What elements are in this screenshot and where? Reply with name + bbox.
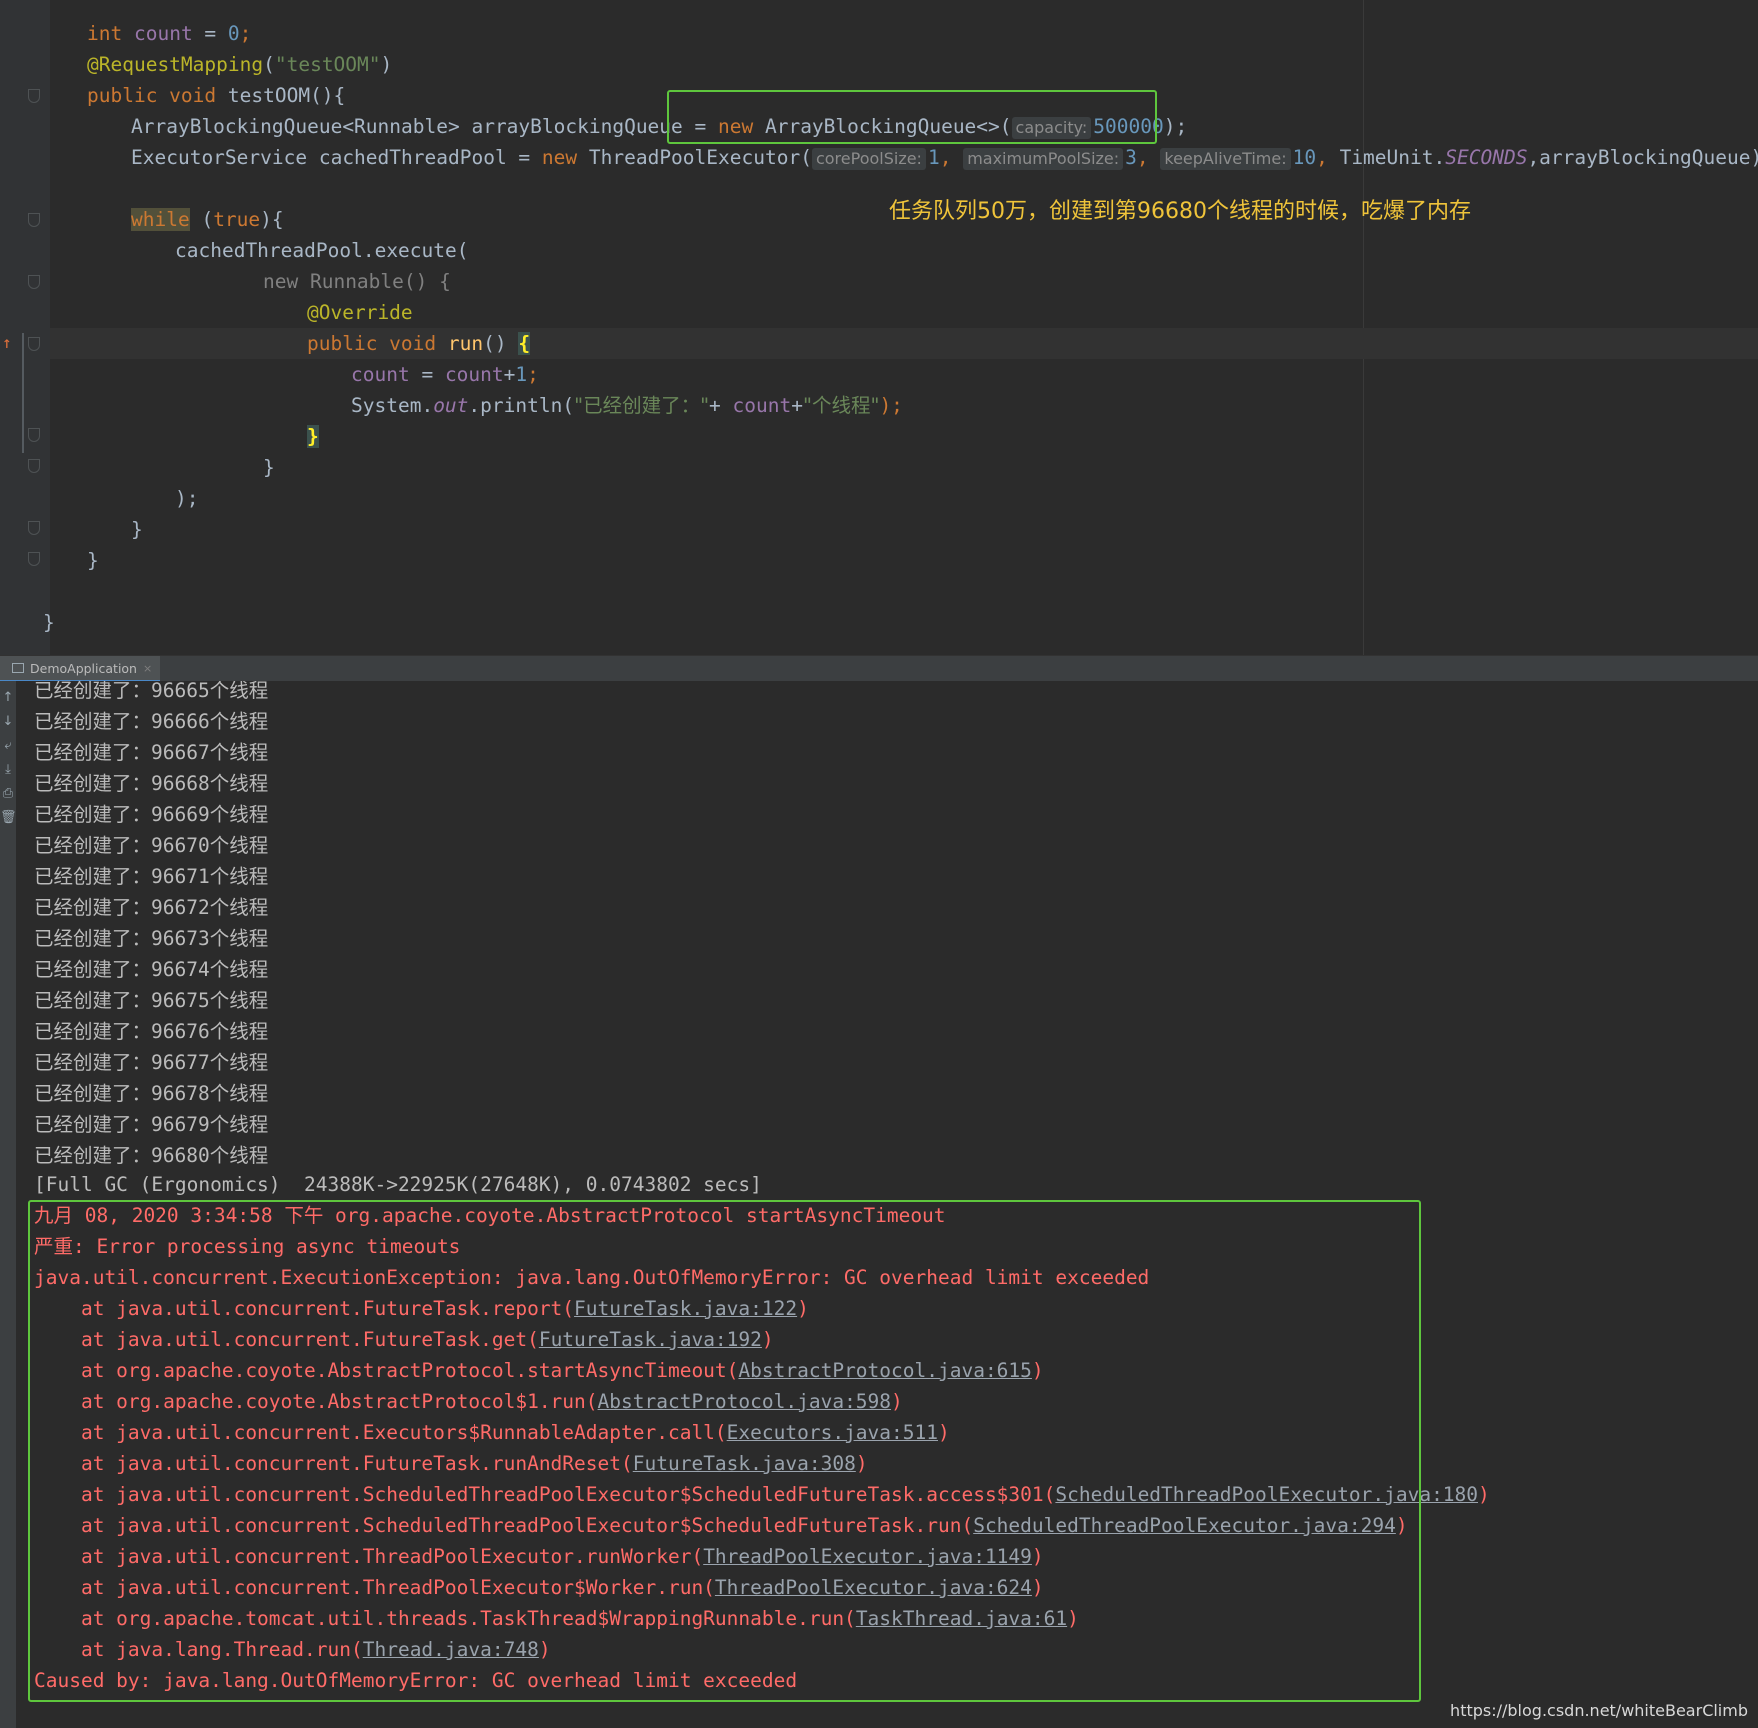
console-line: 已经创建了：96668个线程 bbox=[34, 772, 269, 795]
watermark: https://blog.csdn.net/whiteBearClimb bbox=[1450, 1701, 1748, 1720]
tab-label: DemoApplication bbox=[30, 660, 137, 676]
console-line: 已经创建了：96680个线程 bbox=[34, 1144, 269, 1167]
highlight-box-capacity bbox=[667, 90, 1157, 144]
print-icon[interactable]: ⎙ bbox=[0, 784, 16, 804]
code-line-2: @RequestMapping("testOOM") bbox=[87, 53, 393, 76]
console-line: 已经创建了：96666个线程 bbox=[34, 710, 269, 733]
console-line: 已经创建了：96667个线程 bbox=[34, 741, 269, 764]
fold-end-icon[interactable] bbox=[28, 459, 40, 473]
fold-end-icon[interactable] bbox=[28, 521, 40, 535]
console-line: 已经创建了：96678个线程 bbox=[34, 1082, 269, 1105]
scroll-to-end-icon[interactable]: ⤓ bbox=[0, 760, 16, 780]
code-line-8: new Runnable() { bbox=[263, 270, 451, 293]
console-line: 已经创建了：96676个线程 bbox=[34, 1020, 269, 1043]
fold-end-icon[interactable] bbox=[28, 552, 40, 566]
code-line-12: System.out.println("已经创建了："+ count+"个线程"… bbox=[351, 394, 903, 417]
scroll-down-icon[interactable]: ↓ bbox=[0, 712, 16, 732]
console-toolbar: ↑ ↓ ⤶ ⤓ ⎙ 🗑 bbox=[0, 681, 17, 1728]
code-line-3: public void testOOM(){ bbox=[87, 84, 346, 107]
parameter-hint: corePoolSize: bbox=[811, 148, 926, 170]
code-line-14: } bbox=[263, 456, 275, 479]
console-line: 已经创建了：96671个线程 bbox=[34, 865, 269, 888]
console-line: 已经创建了：96675个线程 bbox=[34, 989, 269, 1012]
code-line-5: ExecutorService cachedThreadPool = new T… bbox=[131, 146, 1758, 170]
tab-demo-application[interactable]: DemoApplication × bbox=[0, 656, 161, 682]
parameter-hint: keepAliveTime: bbox=[1160, 148, 1291, 170]
parameter-hint: maximumPoolSize: bbox=[963, 148, 1124, 170]
console-line: 已经创建了：96672个线程 bbox=[34, 896, 269, 919]
run-tool-window-header: DemoApplication × bbox=[0, 655, 1758, 682]
change-marker bbox=[22, 333, 24, 453]
console-icon bbox=[12, 663, 24, 673]
code-line-6: while (true){ bbox=[131, 208, 284, 231]
console-line: 已经创建了：96670个线程 bbox=[34, 834, 269, 857]
code-line-15: ); bbox=[175, 487, 199, 510]
highlight-box-error bbox=[28, 1200, 1421, 1702]
code-editor[interactable]: ↑ int count = 0; @RequestMapping("testOO… bbox=[0, 0, 1758, 655]
console-line: 已经创建了：96677个线程 bbox=[34, 1051, 269, 1074]
code-line-1: int count = 0; bbox=[87, 22, 252, 45]
close-icon[interactable]: × bbox=[143, 662, 152, 675]
code-line-7: cachedThreadPool.execute( bbox=[175, 239, 469, 262]
console-line: 已经创建了：96679个线程 bbox=[34, 1113, 269, 1136]
scroll-up-icon[interactable]: ↑ bbox=[0, 688, 16, 708]
gc-log-line: [Full GC (Ergonomics) 24388K->22925K(276… bbox=[34, 1173, 762, 1196]
soft-wrap-icon[interactable]: ⤶ bbox=[0, 736, 16, 756]
code-line-10: public void run() { bbox=[307, 332, 531, 355]
fold-icon[interactable] bbox=[28, 89, 40, 103]
console-line: 已经创建了：96665个线程 bbox=[34, 681, 269, 702]
clear-all-icon[interactable]: 🗑 bbox=[0, 808, 17, 828]
fold-icon[interactable] bbox=[28, 275, 40, 289]
code-line-11: count = count+1; bbox=[351, 363, 539, 386]
fold-icon[interactable] bbox=[28, 337, 40, 351]
code-line-18: } bbox=[43, 611, 55, 634]
console-line: 已经创建了：96674个线程 bbox=[34, 958, 269, 981]
console-line: 已经创建了：96673个线程 bbox=[34, 927, 269, 950]
code-line-16: } bbox=[131, 518, 143, 541]
code-line-13: } bbox=[307, 425, 319, 448]
code-line-9: @Override bbox=[307, 301, 413, 324]
fold-icon[interactable] bbox=[28, 213, 40, 227]
console-line: 已经创建了：96669个线程 bbox=[34, 803, 269, 826]
editor-gutter[interactable] bbox=[0, 0, 50, 655]
override-method-icon[interactable]: ↑ bbox=[2, 333, 16, 353]
code-line-17: } bbox=[87, 549, 99, 572]
annotation-note: 任务队列50万，创建到第96680个线程的时候，吃爆了内存 bbox=[889, 199, 1471, 224]
fold-end-icon[interactable] bbox=[28, 428, 40, 442]
